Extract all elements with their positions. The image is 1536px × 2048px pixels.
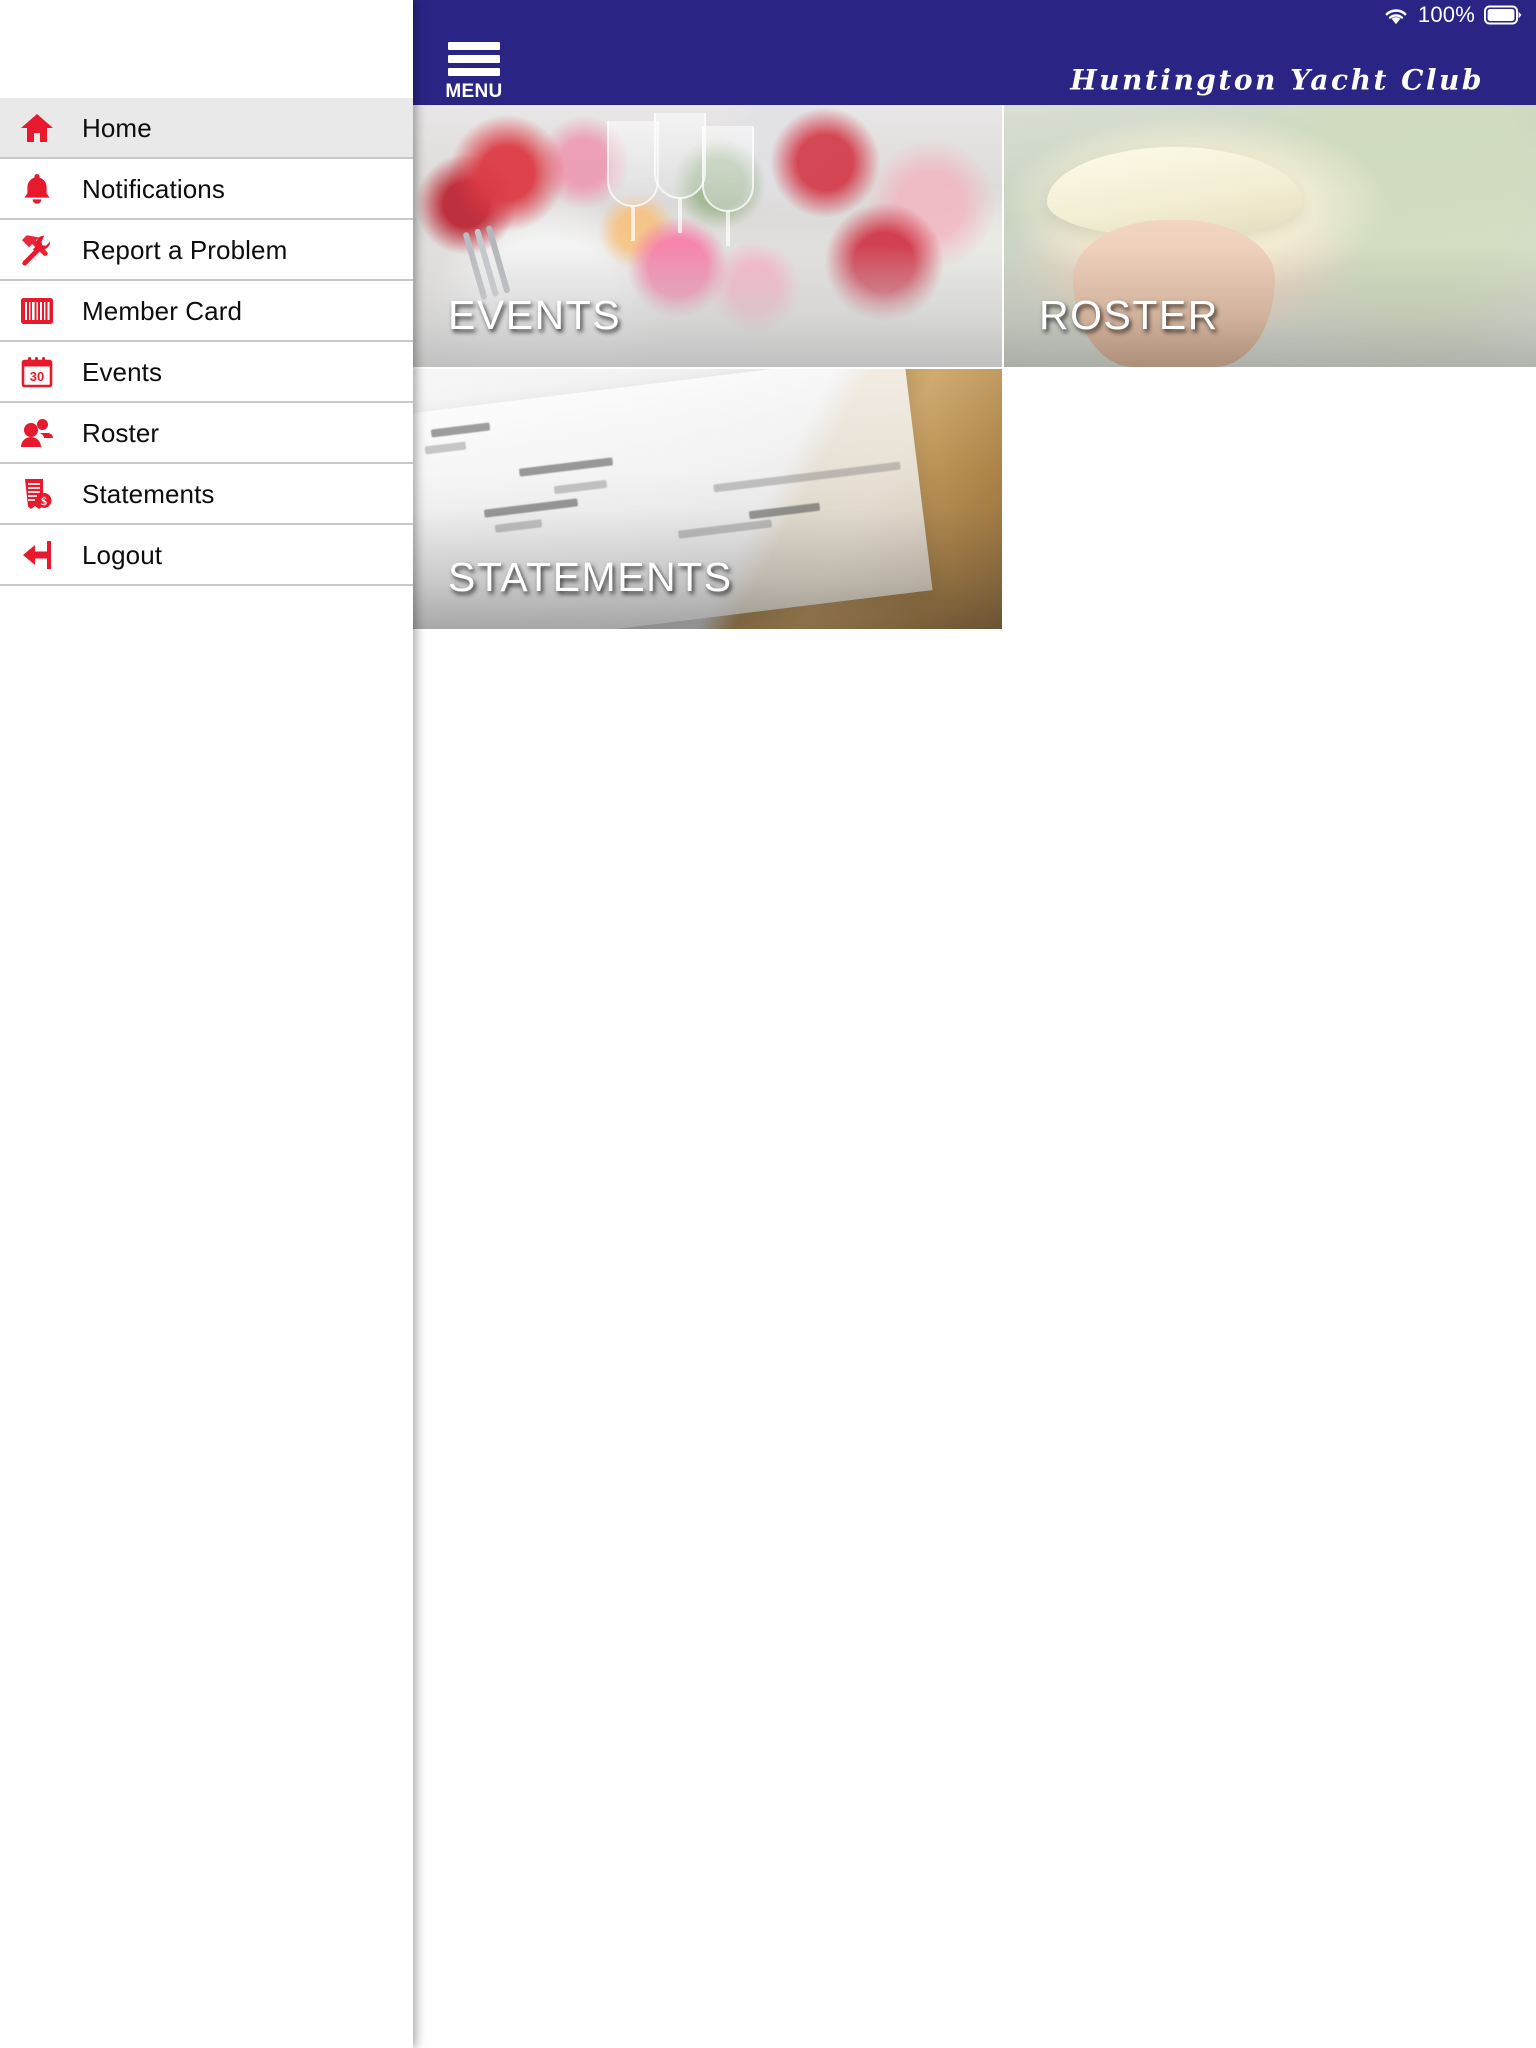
- sidebar-item-events[interactable]: 30 Events: [0, 342, 413, 403]
- wine-glass: [654, 112, 707, 199]
- sidebar-item-statements[interactable]: $ Statements: [0, 464, 413, 525]
- sidebar-item-home[interactable]: Home: [0, 98, 413, 159]
- sidebar-item-label: Events: [82, 356, 163, 387]
- svg-text:$: $: [41, 494, 47, 508]
- brand-title: Huntington Yacht Club: [1070, 63, 1484, 97]
- sidebar-item-label: Statements: [82, 478, 215, 509]
- wifi-icon: [1385, 8, 1407, 24]
- tile-label: EVENTS: [448, 292, 622, 338]
- navigation-drawer: Home Notifications Report a Problem Memb…: [0, 0, 413, 2048]
- sidebar-item-label: Member Card: [82, 295, 243, 326]
- calendar-30-icon: 30: [14, 352, 60, 392]
- barcode-icon: [14, 291, 60, 331]
- sidebar-item-label: Home: [82, 112, 152, 143]
- sidebar-item-label: Notifications: [82, 173, 225, 204]
- tile-events[interactable]: EVENTS: [413, 105, 1002, 367]
- tile-statements[interactable]: STATEMENTS: [413, 369, 1002, 629]
- sidebar-item-label: Roster: [82, 417, 160, 448]
- tile-label: STATEMENTS: [448, 554, 733, 600]
- sidebar-item-member-card[interactable]: Member Card: [0, 281, 413, 342]
- app-content: 100% MENU Huntington Yacht Club EVENTS R…: [413, 0, 1536, 2048]
- hamburger-bar: [448, 55, 500, 63]
- status-bar: 100%: [413, 0, 1536, 30]
- people-icon: [14, 413, 60, 453]
- tools-icon: [14, 230, 60, 270]
- wine-glass: [607, 120, 660, 207]
- sidebar-item-label: Logout: [82, 539, 163, 570]
- bell-icon: [14, 169, 60, 209]
- sidebar-item-roster[interactable]: Roster: [0, 403, 413, 464]
- battery-percent-label: 100%: [1417, 2, 1475, 27]
- svg-text:30: 30: [30, 369, 44, 384]
- home-icon: [14, 108, 60, 148]
- sidebar-item-notifications[interactable]: Notifications: [0, 159, 413, 220]
- sidebar-item-label: Report a Problem: [82, 234, 288, 265]
- wine-glass: [701, 125, 754, 212]
- logout-arrow-icon: [14, 535, 60, 575]
- sidebar-item-logout[interactable]: Logout: [0, 525, 413, 586]
- app-screen: 100% MENU Huntington Yacht Club EVENTS R…: [0, 0, 1536, 2048]
- invoice-dollar-icon: $: [14, 474, 60, 514]
- sidebar-item-report-a-problem[interactable]: Report a Problem: [0, 220, 413, 281]
- tile-label: ROSTER: [1039, 292, 1219, 338]
- hamburger-bar: [448, 42, 500, 50]
- battery-full-icon: [1484, 5, 1522, 25]
- tile-roster[interactable]: ROSTER: [1004, 105, 1536, 367]
- hamburger-bar: [448, 68, 500, 76]
- hamburger-menu-icon[interactable]: MENU: [445, 42, 503, 102]
- app-bar: MENU Huntington Yacht Club: [413, 30, 1536, 105]
- menu-button-label: MENU: [445, 81, 503, 102]
- drawer-top-spacer: [0, 0, 413, 98]
